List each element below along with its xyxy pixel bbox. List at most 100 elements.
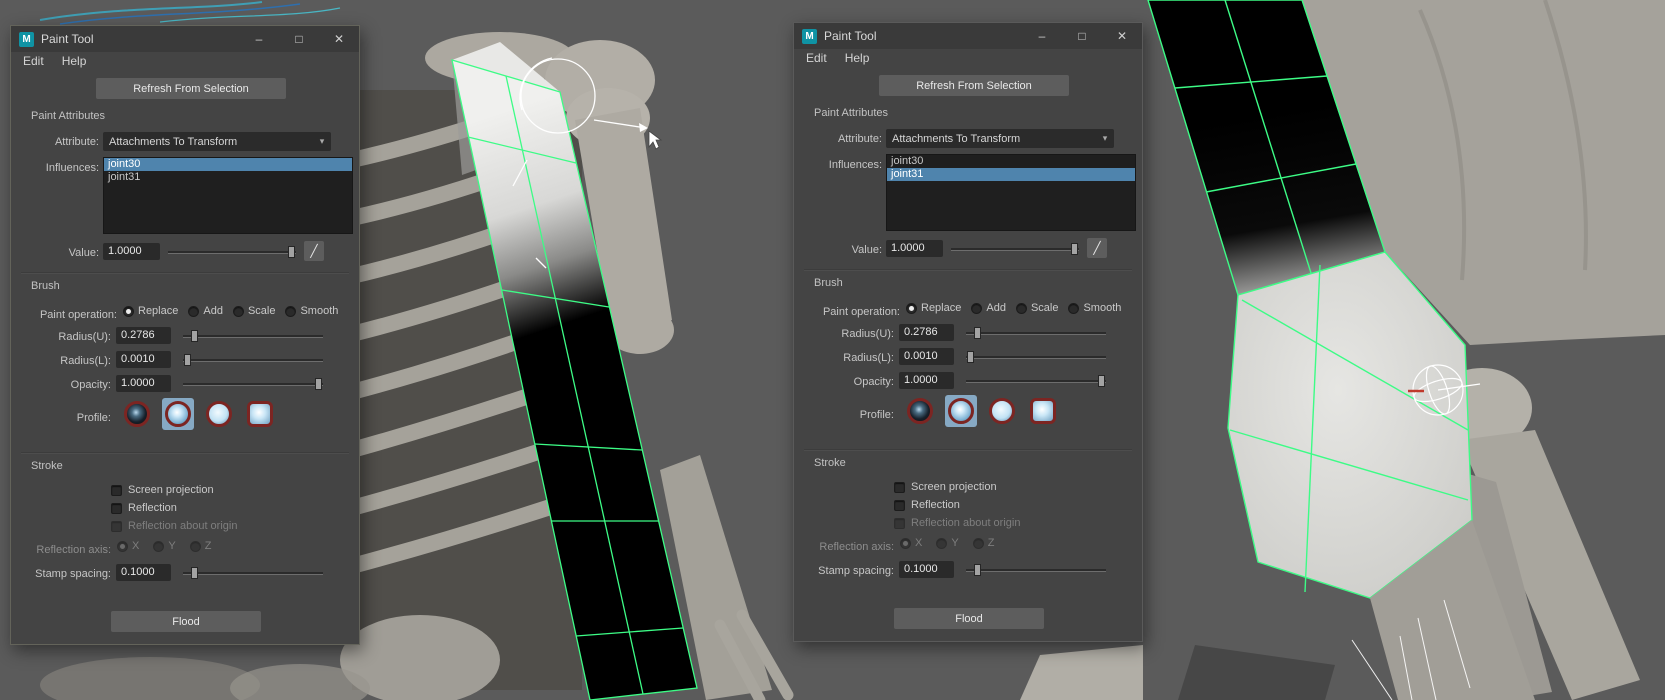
value-field[interactable]: 1.0000 (886, 240, 943, 257)
influence-item-joint31[interactable]: joint31 (104, 171, 352, 184)
attribute-label: Attribute: (15, 136, 99, 148)
radius-u-field[interactable]: 0.2786 (899, 324, 954, 341)
paint-tool-window-left: M Paint Tool – □ ✕ Edit Help Refresh Fro… (10, 25, 360, 645)
slider-handle[interactable] (288, 246, 295, 258)
radius-l-slider[interactable] (183, 352, 323, 368)
solid-brush-profile-button[interactable] (986, 395, 1018, 427)
stamp-spacing-field[interactable]: 0.1000 (116, 564, 171, 581)
slider-handle[interactable] (191, 567, 198, 579)
checkbox-label: Reflection (128, 502, 177, 514)
refresh-from-selection-button[interactable]: Refresh From Selection (96, 78, 286, 99)
gaussian-brush-profile-button[interactable] (121, 398, 153, 430)
minimize-icon[interactable]: – (1022, 23, 1062, 49)
opacity-field[interactable]: 1.0000 (116, 375, 171, 392)
opacity-field[interactable]: 1.0000 (899, 372, 954, 389)
radio-label: Y (168, 540, 175, 552)
radio-smooth[interactable]: Smooth (285, 305, 338, 317)
value-slider[interactable] (951, 241, 1079, 257)
influence-item-joint30[interactable]: joint30 (887, 155, 1135, 168)
maximize-icon[interactable]: □ (1062, 23, 1102, 49)
influences-list[interactable]: joint30 joint31 (886, 154, 1136, 231)
influences-label: Influences: (15, 162, 99, 174)
close-icon[interactable]: ✕ (1102, 23, 1142, 49)
reflection-axis-label: Reflection axis: (798, 541, 894, 553)
radius-l-label: Radius(L): (15, 355, 111, 367)
value-slider[interactable] (168, 244, 296, 260)
slider-handle[interactable] (1071, 243, 1078, 255)
refresh-from-selection-button[interactable]: Refresh From Selection (879, 75, 1069, 96)
menu-edit[interactable]: Edit (23, 54, 44, 68)
chevron-down-icon: ▾ (313, 136, 331, 147)
slider-handle[interactable] (974, 564, 981, 576)
radio-scale[interactable]: Scale (1016, 302, 1059, 314)
paint-value-tool-button[interactable]: ╱ (304, 241, 324, 261)
radio-replace[interactable]: Replace (906, 302, 961, 314)
reflection-axis-label: Reflection axis: (15, 544, 111, 556)
menu-edit[interactable]: Edit (806, 51, 827, 65)
radio-add[interactable]: Add (188, 305, 223, 317)
gaussian-brush-icon (907, 398, 933, 424)
radio-icon (900, 538, 911, 549)
screen-projection-checkbox[interactable]: Screen projection (894, 481, 997, 493)
influences-list[interactable]: joint30 joint31 (103, 157, 353, 234)
square-brush-icon (247, 401, 273, 427)
radio-scale[interactable]: Scale (233, 305, 276, 317)
influence-item-joint31[interactable]: joint31 (887, 168, 1135, 181)
slider-handle[interactable] (974, 327, 981, 339)
square-brush-profile-button[interactable] (1027, 395, 1059, 427)
value-label: Value: (798, 244, 882, 256)
stamp-spacing-slider[interactable] (966, 562, 1106, 578)
attribute-dropdown[interactable]: Attachments To Transform ▾ (886, 129, 1114, 148)
paint-value-tool-button[interactable]: ╱ (1087, 238, 1107, 258)
checkbox-icon (894, 518, 905, 529)
radio-add[interactable]: Add (971, 302, 1006, 314)
radius-u-field[interactable]: 0.2786 (116, 327, 171, 344)
gaussian-brush-profile-button[interactable] (904, 395, 936, 427)
radio-smooth[interactable]: Smooth (1068, 302, 1121, 314)
solid-brush-profile-button[interactable] (203, 398, 235, 430)
stamp-spacing-field[interactable]: 0.1000 (899, 561, 954, 578)
slider-handle[interactable] (191, 330, 198, 342)
titlebar[interactable]: M Paint Tool – □ ✕ (794, 23, 1142, 49)
menu-help[interactable]: Help (845, 51, 870, 65)
slider-handle[interactable] (1098, 375, 1105, 387)
reflection-checkbox[interactable]: Reflection (894, 499, 960, 511)
screen-projection-checkbox[interactable]: Screen projection (111, 484, 214, 496)
radio-icon (906, 303, 917, 314)
slider-handle[interactable] (315, 378, 322, 390)
flood-button[interactable]: Flood (111, 611, 261, 632)
close-icon[interactable]: ✕ (319, 26, 359, 52)
value-field[interactable]: 1.0000 (103, 243, 160, 260)
attribute-dropdown[interactable]: Attachments To Transform ▾ (103, 132, 331, 151)
radius-u-slider[interactable] (966, 325, 1106, 341)
radio-replace[interactable]: Replace (123, 305, 178, 317)
radius-l-slider[interactable] (966, 349, 1106, 365)
opacity-slider[interactable] (966, 373, 1106, 389)
radio-label: X (132, 540, 139, 552)
titlebar[interactable]: M Paint Tool – □ ✕ (11, 26, 359, 52)
slider-handle[interactable] (967, 351, 974, 363)
opacity-slider[interactable] (183, 376, 323, 392)
soft-brush-profile-button[interactable] (162, 398, 194, 430)
radius-l-field[interactable]: 0.0010 (116, 351, 171, 368)
radio-label: Smooth (300, 305, 338, 317)
maximize-icon[interactable]: □ (279, 26, 319, 52)
soft-brush-icon (948, 398, 974, 424)
radius-l-field[interactable]: 0.0010 (899, 348, 954, 365)
stamp-spacing-slider[interactable] (183, 565, 323, 581)
paint-operation-radios: Replace Add Scale Smooth (123, 305, 338, 317)
soft-brush-profile-button[interactable] (945, 395, 977, 427)
radio-icon (1016, 303, 1027, 314)
section-brush: Brush (814, 277, 843, 289)
flood-button[interactable]: Flood (894, 608, 1044, 629)
radius-u-slider[interactable] (183, 328, 323, 344)
minimize-icon[interactable]: – (239, 26, 279, 52)
menu-help[interactable]: Help (62, 54, 87, 68)
square-brush-profile-button[interactable] (244, 398, 276, 430)
radio-axis-x: X (900, 537, 922, 549)
influence-item-joint30[interactable]: joint30 (104, 158, 352, 171)
reflection-checkbox[interactable]: Reflection (111, 502, 177, 514)
checkbox-label: Screen projection (128, 484, 214, 496)
slider-handle[interactable] (184, 354, 191, 366)
checkbox-label: Screen projection (911, 481, 997, 493)
